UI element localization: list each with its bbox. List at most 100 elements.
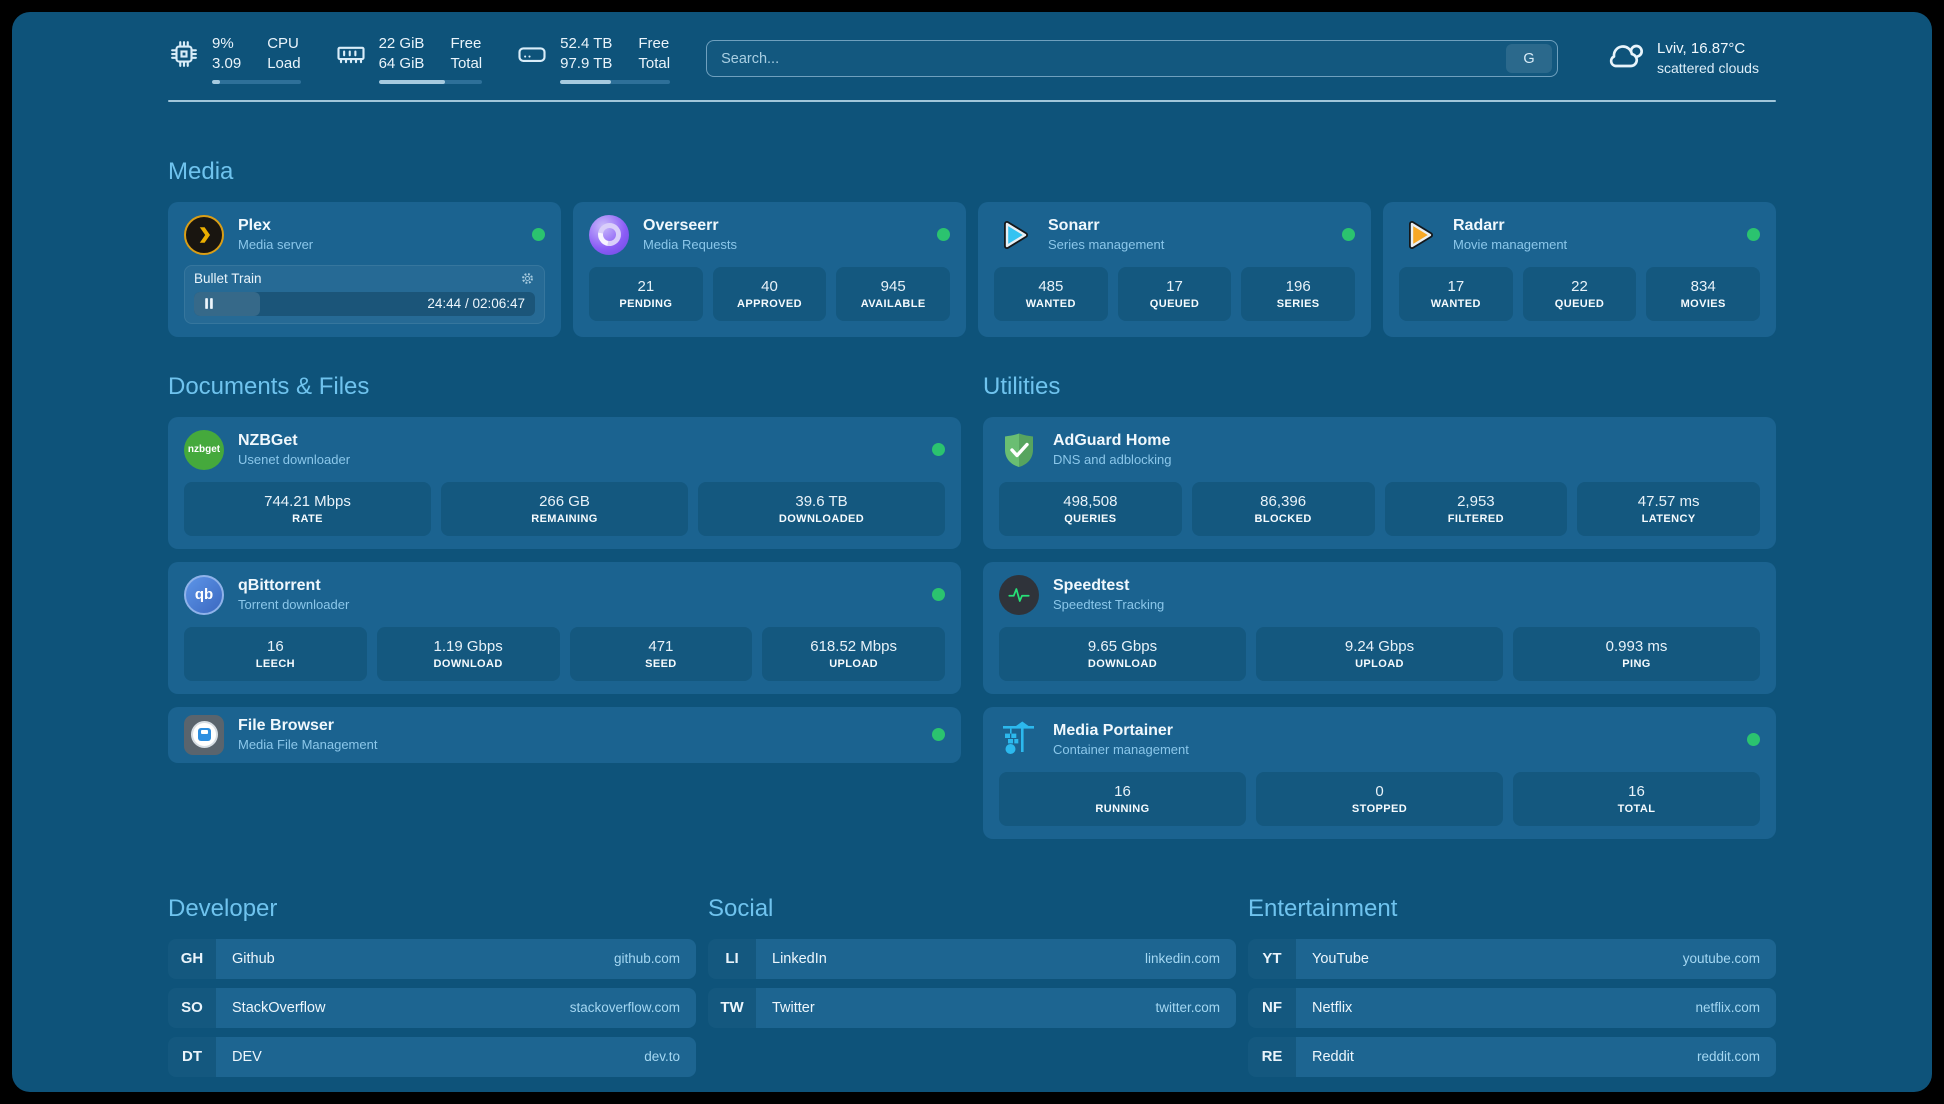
app-name: AdGuard Home bbox=[1053, 432, 1172, 450]
sonarr-icon bbox=[994, 215, 1034, 255]
stat-tile: 618.52 Mbps UPLOAD bbox=[762, 627, 945, 681]
bookmark-domain: netflix.com bbox=[1695, 1000, 1760, 1015]
bookmark-domain: dev.to bbox=[644, 1049, 680, 1064]
section-title-entertainment: Entertainment bbox=[1248, 895, 1776, 923]
cpu-icon bbox=[168, 34, 200, 74]
bookmark-netflix[interactable]: NF Netflix netflix.com bbox=[1248, 988, 1776, 1028]
app-description: Media Requests bbox=[643, 237, 737, 252]
app-description: Media File Management bbox=[238, 737, 377, 752]
now-playing-time: 24:44 / 02:06:47 bbox=[427, 296, 525, 311]
app-card-qbittorrent[interactable]: qb qBittorrent Torrent downloader 16 LEE… bbox=[168, 562, 961, 694]
cpu-usage-bar bbox=[212, 80, 301, 84]
stat-tile: 16 LEECH bbox=[184, 627, 367, 681]
status-badge-online bbox=[532, 228, 545, 241]
disk-usage-bar-fill bbox=[560, 80, 611, 84]
section-title-documents: Documents & Files bbox=[168, 373, 961, 401]
social-links: LI LinkedIn linkedin.com TW Twitter twit… bbox=[708, 939, 1236, 1028]
stat-tile: 16 TOTAL bbox=[1513, 772, 1760, 826]
search-bar: G bbox=[706, 40, 1558, 77]
stat-tile: 2,953 FILTERED bbox=[1385, 482, 1568, 536]
app-description: DNS and adblocking bbox=[1053, 452, 1172, 467]
utilities-column: AdGuard Home DNS and adblocking 498,508 … bbox=[983, 417, 1776, 839]
stat-tile: 39.6 TB DOWNLOADED bbox=[698, 482, 945, 536]
search-input[interactable] bbox=[721, 51, 1506, 67]
stat-tile: 0 STOPPED bbox=[1256, 772, 1503, 826]
bookmark-tag: YT bbox=[1248, 939, 1296, 979]
bookmark-name: LinkedIn bbox=[772, 951, 827, 967]
app-name: Plex bbox=[238, 217, 313, 235]
section-title-media: Media bbox=[168, 158, 1776, 186]
bookmark-tag: SO bbox=[168, 988, 216, 1028]
app-card-speedtest[interactable]: Speedtest Speedtest Tracking 9.65 Gbps D… bbox=[983, 562, 1776, 694]
app-card-filebrowser[interactable]: File Browser Media File Management bbox=[168, 707, 961, 763]
cpu-values: 9% 3.09 bbox=[212, 34, 241, 75]
disk-icon bbox=[516, 34, 548, 74]
media-card-grid: Plex Media server Bullet Train bbox=[168, 202, 1776, 337]
memory-metric: 22 GiB 64 GiB Free Total bbox=[335, 34, 483, 84]
bookmark-youtube[interactable]: YT YouTube youtube.com bbox=[1248, 939, 1776, 979]
stat-tile: 196 SERIES bbox=[1241, 267, 1355, 321]
app-name: File Browser bbox=[238, 717, 377, 735]
header-divider bbox=[168, 100, 1776, 102]
memory-values: 22 GiB 64 GiB bbox=[379, 34, 425, 75]
cloud-icon bbox=[1604, 36, 1644, 81]
app-description: Media server bbox=[238, 237, 313, 252]
bookmark-tag: RE bbox=[1248, 1037, 1296, 1077]
documents-column: nzbget NZBGet Usenet downloader 744.21 M… bbox=[168, 417, 961, 763]
dashboard-page: 9% 3.09 CPU Load bbox=[12, 12, 1932, 1092]
app-card-portainer[interactable]: Media Portainer Container management 16 … bbox=[983, 707, 1776, 839]
stat-tile: 9.65 Gbps DOWNLOAD bbox=[999, 627, 1246, 681]
bookmark-domain: youtube.com bbox=[1683, 951, 1760, 966]
pause-icon[interactable] bbox=[203, 297, 215, 310]
bookmark-github[interactable]: GH Github github.com bbox=[168, 939, 696, 979]
stat-tile: 498,508 QUERIES bbox=[999, 482, 1182, 536]
now-playing-progress-bar: 24:44 / 02:06:47 bbox=[194, 292, 535, 316]
developer-links: GH Github github.com SO StackOverflow st… bbox=[168, 939, 696, 1077]
status-badge-online bbox=[932, 728, 945, 741]
bookmark-reddit[interactable]: RE Reddit reddit.com bbox=[1248, 1037, 1776, 1077]
memory-labels: Free Total bbox=[450, 34, 482, 75]
search-engine-button[interactable]: G bbox=[1506, 44, 1552, 73]
section-title-developer: Developer bbox=[168, 895, 696, 923]
filebrowser-icon bbox=[184, 715, 224, 755]
stat-tile: 266 GB REMAINING bbox=[441, 482, 688, 536]
app-card-plex[interactable]: Plex Media server Bullet Train bbox=[168, 202, 561, 337]
stat-tile: 1.19 Gbps DOWNLOAD bbox=[377, 627, 560, 681]
bookmark-twitter[interactable]: TW Twitter twitter.com bbox=[708, 988, 1236, 1028]
bookmark-tag: DT bbox=[168, 1037, 216, 1077]
stat-tile: 22 QUEUED bbox=[1523, 267, 1637, 321]
stat-tile: 17 WANTED bbox=[1399, 267, 1513, 321]
entertainment-links: YT YouTube youtube.com NF Netflix netfli… bbox=[1248, 939, 1776, 1077]
stat-tile: 945 AVAILABLE bbox=[836, 267, 950, 321]
app-card-nzbget[interactable]: nzbget NZBGet Usenet downloader 744.21 M… bbox=[168, 417, 961, 549]
app-card-adguard[interactable]: AdGuard Home DNS and adblocking 498,508 … bbox=[983, 417, 1776, 549]
app-card-radarr[interactable]: Radarr Movie management 17 WANTED 22 QUE… bbox=[1383, 202, 1776, 337]
stat-tile: 17 QUEUED bbox=[1118, 267, 1232, 321]
weather-condition: scattered clouds bbox=[1657, 59, 1759, 78]
bookmark-dev[interactable]: DT DEV dev.to bbox=[168, 1037, 696, 1077]
stat-tile: 47.57 ms LATENCY bbox=[1577, 482, 1760, 536]
nzbget-icon: nzbget bbox=[184, 430, 224, 470]
app-name: Sonarr bbox=[1048, 217, 1164, 235]
bookmark-linkedin[interactable]: LI LinkedIn linkedin.com bbox=[708, 939, 1236, 979]
bookmark-domain: github.com bbox=[614, 951, 680, 966]
bookmark-stackoverflow[interactable]: SO StackOverflow stackoverflow.com bbox=[168, 988, 696, 1028]
bookmark-name: Netflix bbox=[1312, 1000, 1352, 1016]
speedtest-icon bbox=[999, 575, 1039, 615]
now-playing-settings-icon[interactable] bbox=[520, 271, 535, 286]
status-badge-online bbox=[1747, 733, 1760, 746]
stat-tile: 16 RUNNING bbox=[999, 772, 1246, 826]
stat-tile: 21 PENDING bbox=[589, 267, 703, 321]
section-title-social: Social bbox=[708, 895, 1236, 923]
status-badge-online bbox=[1747, 228, 1760, 241]
adguard-icon bbox=[999, 430, 1039, 470]
app-card-overseerr[interactable]: Overseerr Media Requests 21 PENDING 40 A… bbox=[573, 202, 966, 337]
app-card-sonarr[interactable]: Sonarr Series management 485 WANTED 17 Q… bbox=[978, 202, 1371, 337]
weather-widget: Lviv, 16.87°C scattered clouds bbox=[1604, 36, 1776, 81]
overseerr-icon bbox=[589, 215, 629, 255]
app-description: Speedtest Tracking bbox=[1053, 597, 1164, 612]
bookmark-tag: TW bbox=[708, 988, 756, 1028]
stat-tile: 834 MOVIES bbox=[1646, 267, 1760, 321]
system-metrics: 9% 3.09 CPU Load bbox=[168, 34, 670, 84]
bookmark-domain: twitter.com bbox=[1155, 1000, 1220, 1015]
